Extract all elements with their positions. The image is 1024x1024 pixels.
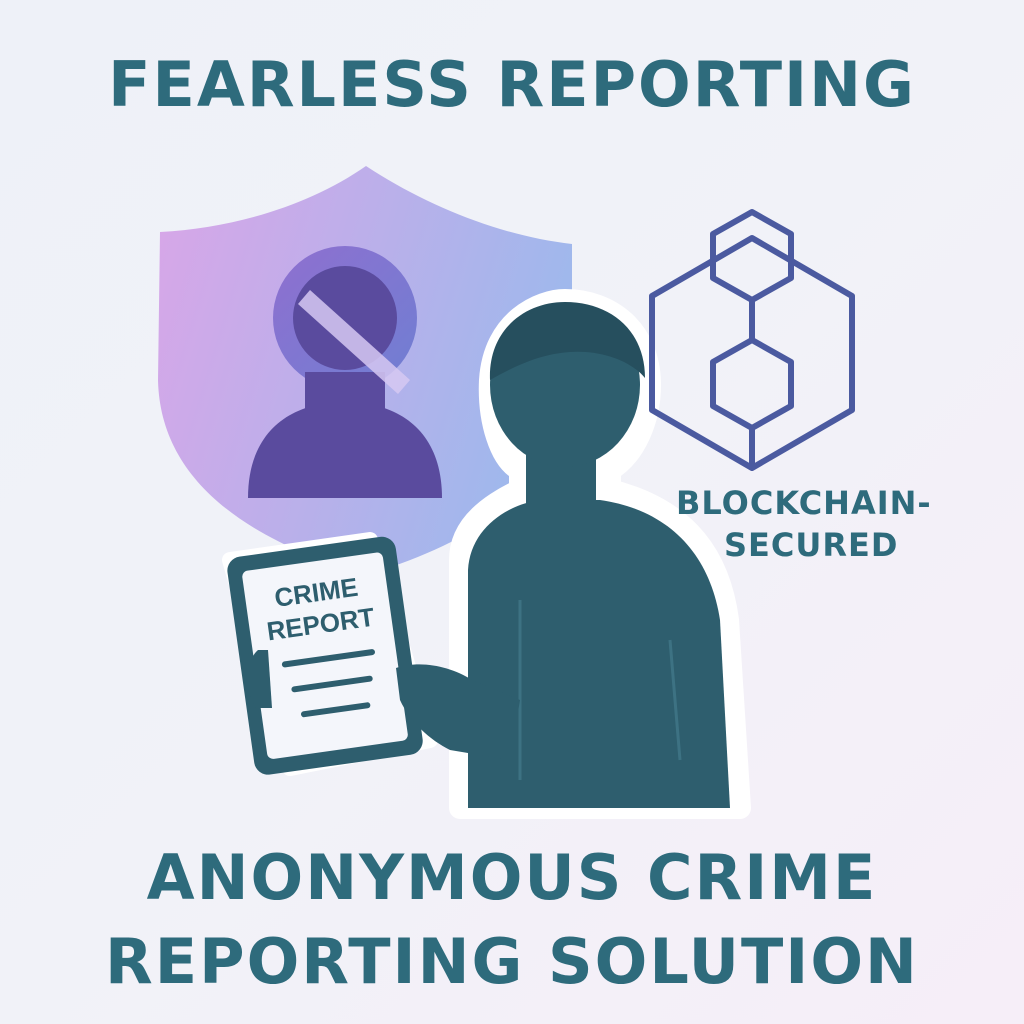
hexagon-chain-icon (649, 209, 855, 471)
blockchain-label-line2: SECURED (724, 526, 899, 564)
footer-tagline: ANONYMOUS CRIME REPORTING SOLUTION (0, 836, 1024, 1004)
tagline-line2: REPORTING SOLUTION (105, 925, 919, 998)
blockchain-secured-label: BLOCKCHAIN- SECURED (676, 482, 946, 566)
tagline-line1: ANONYMOUS CRIME (146, 841, 878, 914)
blockchain-label-line1: BLOCKCHAIN- (676, 484, 932, 522)
